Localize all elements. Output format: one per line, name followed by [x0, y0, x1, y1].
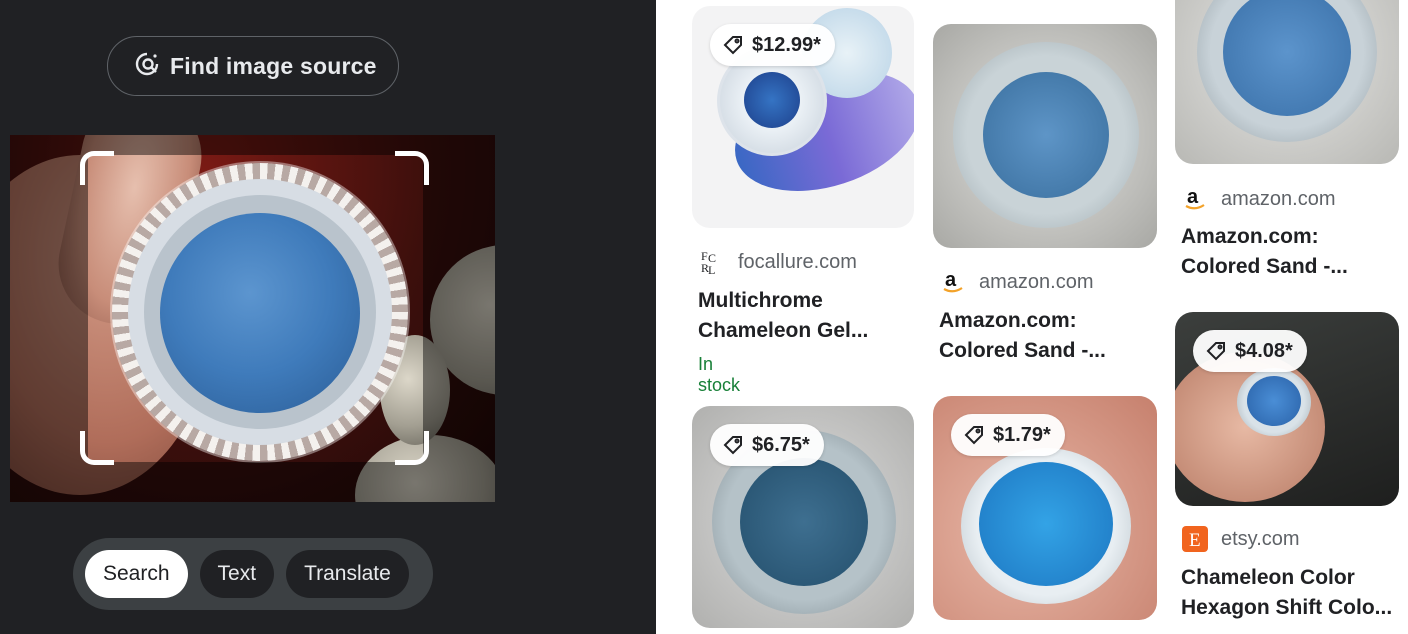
crop-handle-top-right[interactable]	[395, 151, 429, 185]
result-title-line[interactable]: Chameleon Color	[1181, 563, 1401, 593]
find-image-source-label: Find image source	[170, 52, 377, 79]
result-title-line[interactable]: Amazon.com:	[939, 306, 1159, 336]
price-tag: $4.08*	[1193, 330, 1307, 372]
result-source[interactable]: a amazon.com	[939, 268, 1094, 296]
source-name: focallure.com	[738, 250, 857, 273]
price-label: $12.99*	[752, 33, 821, 56]
focallure-logo-icon: FCRL	[698, 248, 726, 276]
result-title-line[interactable]: Colored Sand -...	[939, 336, 1159, 366]
price-tag: $1.79*	[951, 414, 1065, 456]
result-title-line[interactable]: Hexagon Shift Colo...	[1181, 593, 1401, 623]
visual-matches: $12.99* FCRL focallure.com Multichrome C…	[656, 0, 1408, 634]
source-name: amazon.com	[1221, 187, 1336, 210]
result-source[interactable]: a amazon.com	[1181, 185, 1336, 213]
svg-text:a: a	[1187, 186, 1199, 208]
price-label: $1.79*	[993, 423, 1051, 446]
result-thumbnail[interactable]	[1175, 0, 1399, 164]
find-image-source-button[interactable]: Find image source	[107, 36, 399, 96]
crop-mask	[88, 135, 423, 155]
price-label: $6.75*	[752, 433, 810, 456]
price-tag-icon	[722, 34, 744, 56]
result-source[interactable]: FCRL focallure.com	[698, 248, 857, 276]
result-title-line[interactable]: Colored Sand -...	[1181, 252, 1401, 282]
stock-status: In stock	[698, 354, 741, 395]
result-thumbnail[interactable]: $6.75*	[692, 406, 914, 628]
crop-mask	[10, 135, 88, 502]
price-tag-icon	[963, 424, 985, 446]
crop-mask	[423, 135, 495, 502]
svg-text:E: E	[1189, 530, 1201, 551]
source-name: amazon.com	[979, 270, 1094, 293]
mode-search-button[interactable]: Search	[85, 550, 188, 598]
svg-text:a: a	[945, 269, 957, 291]
result-title-line[interactable]: Multichrome	[698, 286, 918, 316]
mode-translate-button[interactable]: Translate	[286, 550, 409, 598]
mode-switcher: Search Text Translate	[73, 538, 433, 610]
price-tag: $6.75*	[710, 424, 824, 466]
result-title-line[interactable]: Amazon.com:	[1181, 222, 1401, 252]
price-tag: $12.99*	[710, 24, 835, 66]
lens-panel: Find image source Search Text Translate	[0, 0, 656, 634]
amazon-logo-icon: a	[1181, 185, 1209, 213]
result-thumbnail[interactable]	[933, 24, 1157, 248]
crop-handle-top-left[interactable]	[80, 151, 114, 185]
price-tag-icon	[1205, 340, 1227, 362]
result-thumbnail[interactable]: $1.79*	[933, 396, 1157, 620]
price-tag-icon	[722, 434, 744, 456]
result-source[interactable]: E etsy.com	[1181, 525, 1300, 553]
crop-handle-bottom-right[interactable]	[395, 431, 429, 465]
svg-text:L: L	[708, 263, 715, 276]
mode-text-button[interactable]: Text	[199, 550, 275, 598]
price-label: $4.08*	[1235, 339, 1293, 362]
result-thumbnail[interactable]: $12.99*	[692, 6, 914, 228]
image-preview[interactable]	[10, 135, 495, 502]
result-title-line[interactable]: Chameleon Gel...	[698, 316, 918, 346]
etsy-logo-icon: E	[1181, 525, 1209, 553]
amazon-logo-icon: a	[939, 268, 967, 296]
preview-blue-sand	[160, 213, 360, 413]
source-name: etsy.com	[1221, 527, 1300, 550]
crop-handle-bottom-left[interactable]	[80, 431, 114, 465]
result-thumbnail[interactable]: $4.08*	[1175, 312, 1399, 506]
image-search-icon	[134, 51, 160, 82]
crop-mask	[88, 462, 423, 502]
